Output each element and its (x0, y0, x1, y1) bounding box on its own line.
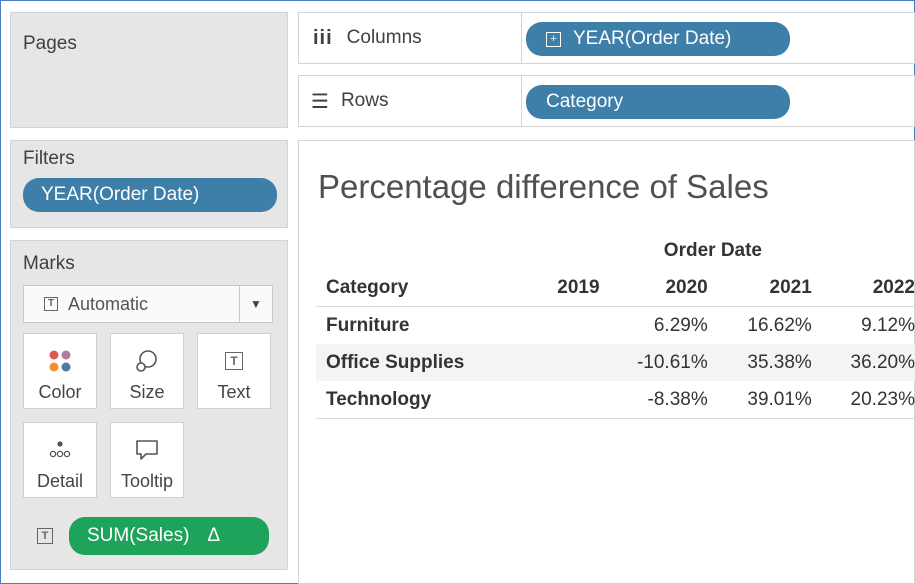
mark-type-value: Automatic (68, 293, 149, 314)
text-encoding-icon: T (37, 528, 53, 544)
crosstab-table: Order Date Category 2019 2020 2021 2022 … (316, 232, 915, 419)
rows-shelf-label: ☰ Rows (298, 75, 522, 127)
text-button[interactable]: T Text (197, 333, 271, 409)
table-row[interactable]: Office Supplies -10.61% 35.38% 36.20% (316, 344, 915, 381)
category-cell: Office Supplies (316, 344, 531, 381)
text-mark-icon: T (44, 297, 58, 311)
sum-sales-pill[interactable]: SUM(Sales) Δ (69, 517, 269, 555)
text-label: Text (217, 382, 251, 402)
chevron-down-icon[interactable]: ▼ (239, 286, 272, 322)
value-cell: 6.29% (653, 314, 708, 336)
column-group-header: Order Date (663, 239, 762, 261)
value-cell: 36.20% (811, 344, 915, 381)
filter-pill-label: YEAR(Order Date) (41, 184, 200, 205)
pages-card[interactable]: Pages (10, 12, 288, 128)
color-dots-icon (48, 344, 72, 378)
text-icon: T (225, 344, 243, 378)
row-header: Category (316, 269, 531, 307)
year-header: 2019 (530, 269, 600, 307)
value-cell (531, 307, 600, 345)
category-cell: Technology (316, 381, 531, 419)
filter-pill-year-order-date[interactable]: YEAR(Order Date) (23, 178, 277, 212)
color-button[interactable]: Color (23, 333, 97, 409)
pages-title: Pages (23, 33, 77, 54)
detail-icon (48, 433, 72, 467)
value-cell: 16.62% (747, 314, 812, 336)
value-cell: 35.38% (707, 344, 812, 381)
rows-icon: ☰ (311, 90, 329, 113)
tooltip-label: Tooltip (120, 471, 174, 491)
delta-icon: Δ (207, 525, 221, 546)
columns-pill-year-order-date[interactable]: + YEAR(Order Date) (526, 22, 790, 56)
columns-shelf[interactable]: + YEAR(Order Date) (522, 12, 915, 64)
year-header: 2020 (599, 269, 708, 307)
value-cell: -8.38% (599, 381, 708, 419)
expand-icon[interactable]: + (546, 31, 561, 47)
size-icon (134, 344, 160, 378)
detail-label: Detail (36, 471, 84, 491)
view-title: Percentage difference of Sales (318, 168, 769, 205)
table-row[interactable]: Technology -8.38% 39.01% 20.23% (316, 381, 915, 419)
marks-card: Marks T Automatic ▼ Color Size T Text De… (10, 240, 288, 570)
rows-pill-label: Category (546, 91, 624, 112)
corner-cell (316, 232, 531, 269)
table-row[interactable]: Furniture 6.29% 16.62% 9.12% (316, 307, 915, 345)
detail-button[interactable]: Detail (23, 422, 97, 498)
value-cell: -10.61% (599, 344, 708, 381)
rows-pill-category[interactable]: Category (526, 85, 790, 119)
filters-title: Filters (23, 148, 75, 169)
tooltip-button[interactable]: Tooltip (110, 422, 184, 498)
marks-title: Marks (23, 253, 75, 274)
filters-card[interactable]: Filters YEAR(Order Date) (10, 140, 288, 228)
size-button[interactable]: Size (110, 333, 184, 409)
category-cell: Furniture (326, 314, 410, 336)
rows-shelf[interactable]: Category (522, 75, 915, 127)
year-header: 2021 (707, 269, 812, 307)
columns-pill-label: YEAR(Order Date) (573, 28, 732, 49)
columns-label: Columns (346, 27, 422, 48)
rows-label: Rows (340, 90, 389, 111)
value-cell (530, 344, 600, 381)
value-cell: 20.23% (811, 381, 915, 419)
value-cell (530, 381, 600, 419)
year-header: 2022 (811, 269, 915, 307)
columns-icon: iii (313, 26, 333, 49)
value-cell: 39.01% (707, 381, 812, 419)
color-label: Color (38, 382, 82, 402)
value-cell: 9.12% (861, 314, 915, 336)
mark-type-dropdown[interactable]: T Automatic ▼ (23, 285, 273, 323)
tooltip-icon (134, 433, 160, 467)
columns-shelf-label: iii Columns (298, 12, 522, 64)
size-label: Size (129, 382, 165, 402)
sum-sales-label: SUM(Sales) (87, 525, 190, 546)
